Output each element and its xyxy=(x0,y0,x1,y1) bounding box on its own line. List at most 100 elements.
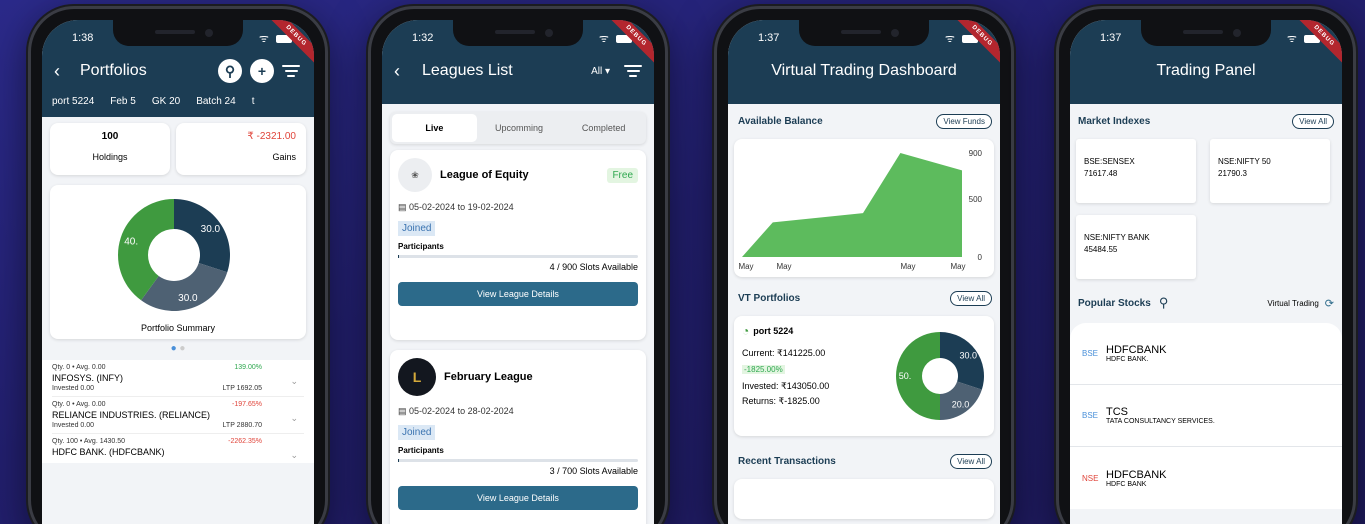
page-title: Leagues List xyxy=(422,62,513,79)
participants-progress xyxy=(398,459,638,462)
vt-portfolios-header: VT Portfolios View All xyxy=(728,281,1000,312)
page-indicator: ● ● xyxy=(170,343,186,354)
stock-invested: Invested 0.00 xyxy=(52,422,95,429)
available-balance-label: Available Balance xyxy=(738,116,823,127)
league-name: February League xyxy=(444,371,533,383)
stock-meta: Qty. 0 • Avg. 0.00 xyxy=(52,401,106,408)
index-card[interactable]: BSE:SENSEX 71617.48 xyxy=(1076,139,1196,203)
participants-label: Participants xyxy=(398,242,444,251)
phone-dashboard: DEBUG 1:37 ᯤ Virtual Trading Dashboard A… xyxy=(714,6,1014,524)
stock-symbol: HDFCBANK xyxy=(1106,344,1167,356)
recent-transactions-header: Recent Transactions View All xyxy=(728,440,1000,475)
chevron-down-icon[interactable]: ⌄ xyxy=(290,376,298,387)
stock-name: INFOSYS. (INFY) xyxy=(52,373,124,383)
portfolio-icon: ◔ xyxy=(742,324,750,338)
vt-donut-chart: 30.0 20.0 50. xyxy=(896,332,984,420)
donut-label: 30.0 xyxy=(201,224,221,235)
x-tick-label: May xyxy=(950,262,965,271)
index-card[interactable]: NSE:NIFTY 50 21790.3 xyxy=(1210,139,1330,203)
stock-name: HDFC BANK. (HDFCBANK) xyxy=(52,447,165,457)
list-item[interactable]: Qty. 0 • Avg. 0.00 139.00% INFOSYS. (INFY… xyxy=(52,360,304,397)
list-item[interactable]: BSE TCS TATA CONSULTANCY SERVICES. xyxy=(1070,385,1342,447)
market-indexes-label: Market Indexes xyxy=(1078,116,1151,127)
tab-completed[interactable]: Completed xyxy=(561,123,646,133)
index-name: NSE:NIFTY 50 xyxy=(1218,157,1271,166)
participants-progress xyxy=(398,255,638,258)
stock-meta: Qty. 100 • Avg. 1430.50 xyxy=(52,438,126,445)
tab-portfolio[interactable]: port 5224 xyxy=(52,96,94,107)
stock-fullname: HDFC BANK. xyxy=(1106,356,1149,363)
tab-live[interactable]: Live xyxy=(392,114,477,142)
gains-label: Gains xyxy=(272,152,296,162)
status-time: 1:32 xyxy=(412,32,434,44)
league-name: League of Equity xyxy=(440,169,529,181)
popular-stocks-label: Popular Stocks xyxy=(1078,297,1151,309)
balance-area-chart: 900 500 0 May May May May xyxy=(738,149,983,271)
gains-value: ₹ -2321.00 xyxy=(247,131,296,142)
index-name: NSE:NIFTY BANK xyxy=(1084,233,1150,242)
calendar-icon: ▤ xyxy=(398,202,407,212)
tab-portfolio[interactable]: Feb 5 xyxy=(110,96,136,107)
status-time: 1:37 xyxy=(1100,32,1122,44)
view-all-button[interactable]: View All xyxy=(950,291,992,306)
list-item[interactable]: NSE HDFCBANK HDFC BANK xyxy=(1070,447,1342,509)
stock-list: Qty. 0 • Avg. 0.00 139.00% INFOSYS. (INFY… xyxy=(42,360,314,463)
list-item[interactable]: BSE HDFCBANK HDFC BANK. xyxy=(1070,323,1342,385)
stock-pct: -197.65% xyxy=(232,401,262,408)
list-item[interactable]: Qty. 0 • Avg. 0.00 -197.65% RELIANCE INDU… xyxy=(52,397,304,434)
vt-portfolios-label: VT Portfolios xyxy=(738,293,801,304)
stock-ltp: LTP 2880.70 xyxy=(222,422,262,429)
trading-screen: DEBUG 1:37 ᯤ Trading Panel Market Indexe… xyxy=(1070,20,1342,524)
search-icon[interactable]: ⚲ xyxy=(1159,295,1169,311)
notch xyxy=(113,20,243,46)
chevron-down-icon[interactable]: ⌄ xyxy=(290,413,298,424)
tab-portfolio[interactable]: Batch 24 xyxy=(196,96,235,107)
calendar-icon: ▤ xyxy=(398,406,407,416)
titlebar: ‹ Leagues List All ▾ xyxy=(382,50,654,92)
tab-portfolio[interactable]: GK 20 xyxy=(152,96,180,107)
donut-slice xyxy=(940,332,984,390)
search-icon[interactable]: ⚲ xyxy=(218,59,242,83)
exchange-badge: NSE xyxy=(1082,473,1099,483)
dashboard-screen: DEBUG 1:37 ᯤ Virtual Trading Dashboard A… xyxy=(728,20,1000,524)
notch xyxy=(799,20,929,46)
balance-chart-card: 900 500 0 May May May May xyxy=(734,139,994,277)
x-tick-label: May xyxy=(776,262,791,271)
league-tabs: Live Upcomming Completed xyxy=(390,112,646,144)
donut-label: 50. xyxy=(899,371,912,381)
portfolio-name: port 5224 xyxy=(753,326,794,336)
view-all-button[interactable]: View All xyxy=(950,454,992,469)
view-league-details-button[interactable]: View League Details xyxy=(398,282,638,306)
list-item[interactable]: Qty. 100 • Avg. 1430.50 -2262.35% HDFC BA… xyxy=(52,434,304,463)
donut-label: 30.0 xyxy=(960,350,978,360)
league-logo-icon: ❀ xyxy=(398,158,432,192)
donut-slice xyxy=(174,199,230,273)
y-tick-label: 500 xyxy=(969,195,983,204)
y-tick-label: 0 xyxy=(978,253,983,262)
view-league-details-button[interactable]: View League Details xyxy=(398,486,638,510)
holdings-value: 100 xyxy=(101,131,119,142)
view-funds-button[interactable]: View Funds xyxy=(936,114,992,129)
filter-dropdown[interactable]: All ▾ xyxy=(591,66,610,77)
phone-portfolios: DEBUG 1:38 ᯤ ‹ Portfolios ⚲ + port 5224 … xyxy=(28,6,328,524)
market-indexes-header: Market Indexes View All xyxy=(1070,104,1342,135)
filter-icon[interactable] xyxy=(624,62,642,80)
stock-meta: Qty. 0 • Avg. 0.00 xyxy=(52,364,106,371)
stock-symbol: TCS xyxy=(1106,406,1128,418)
tab-portfolio[interactable]: t xyxy=(252,96,255,107)
add-icon[interactable]: + xyxy=(250,59,274,83)
status-time: 1:37 xyxy=(758,32,780,44)
chevron-down-icon[interactable]: ⌄ xyxy=(290,450,298,461)
league-dates: 05-02-2024 to 28-02-2024 xyxy=(409,406,514,416)
vt-portfolio-card[interactable]: ◔ port 5224 Current: ₹141225.00 -1825.00… xyxy=(734,316,994,436)
tab-upcoming[interactable]: Upcomming xyxy=(477,123,562,133)
swap-icon[interactable]: ⟳ xyxy=(1325,297,1334,310)
filter-icon[interactable] xyxy=(282,62,300,80)
index-card[interactable]: NSE:NIFTY BANK 45484.55 xyxy=(1076,215,1196,279)
index-name: BSE:SENSEX xyxy=(1084,157,1135,166)
participants-label: Participants xyxy=(398,446,444,455)
view-all-button[interactable]: View All xyxy=(1292,114,1334,129)
back-arrow-icon[interactable]: ‹ xyxy=(394,61,400,82)
back-arrow-icon[interactable]: ‹ xyxy=(54,61,60,82)
index-value: 21790.3 xyxy=(1218,169,1247,178)
